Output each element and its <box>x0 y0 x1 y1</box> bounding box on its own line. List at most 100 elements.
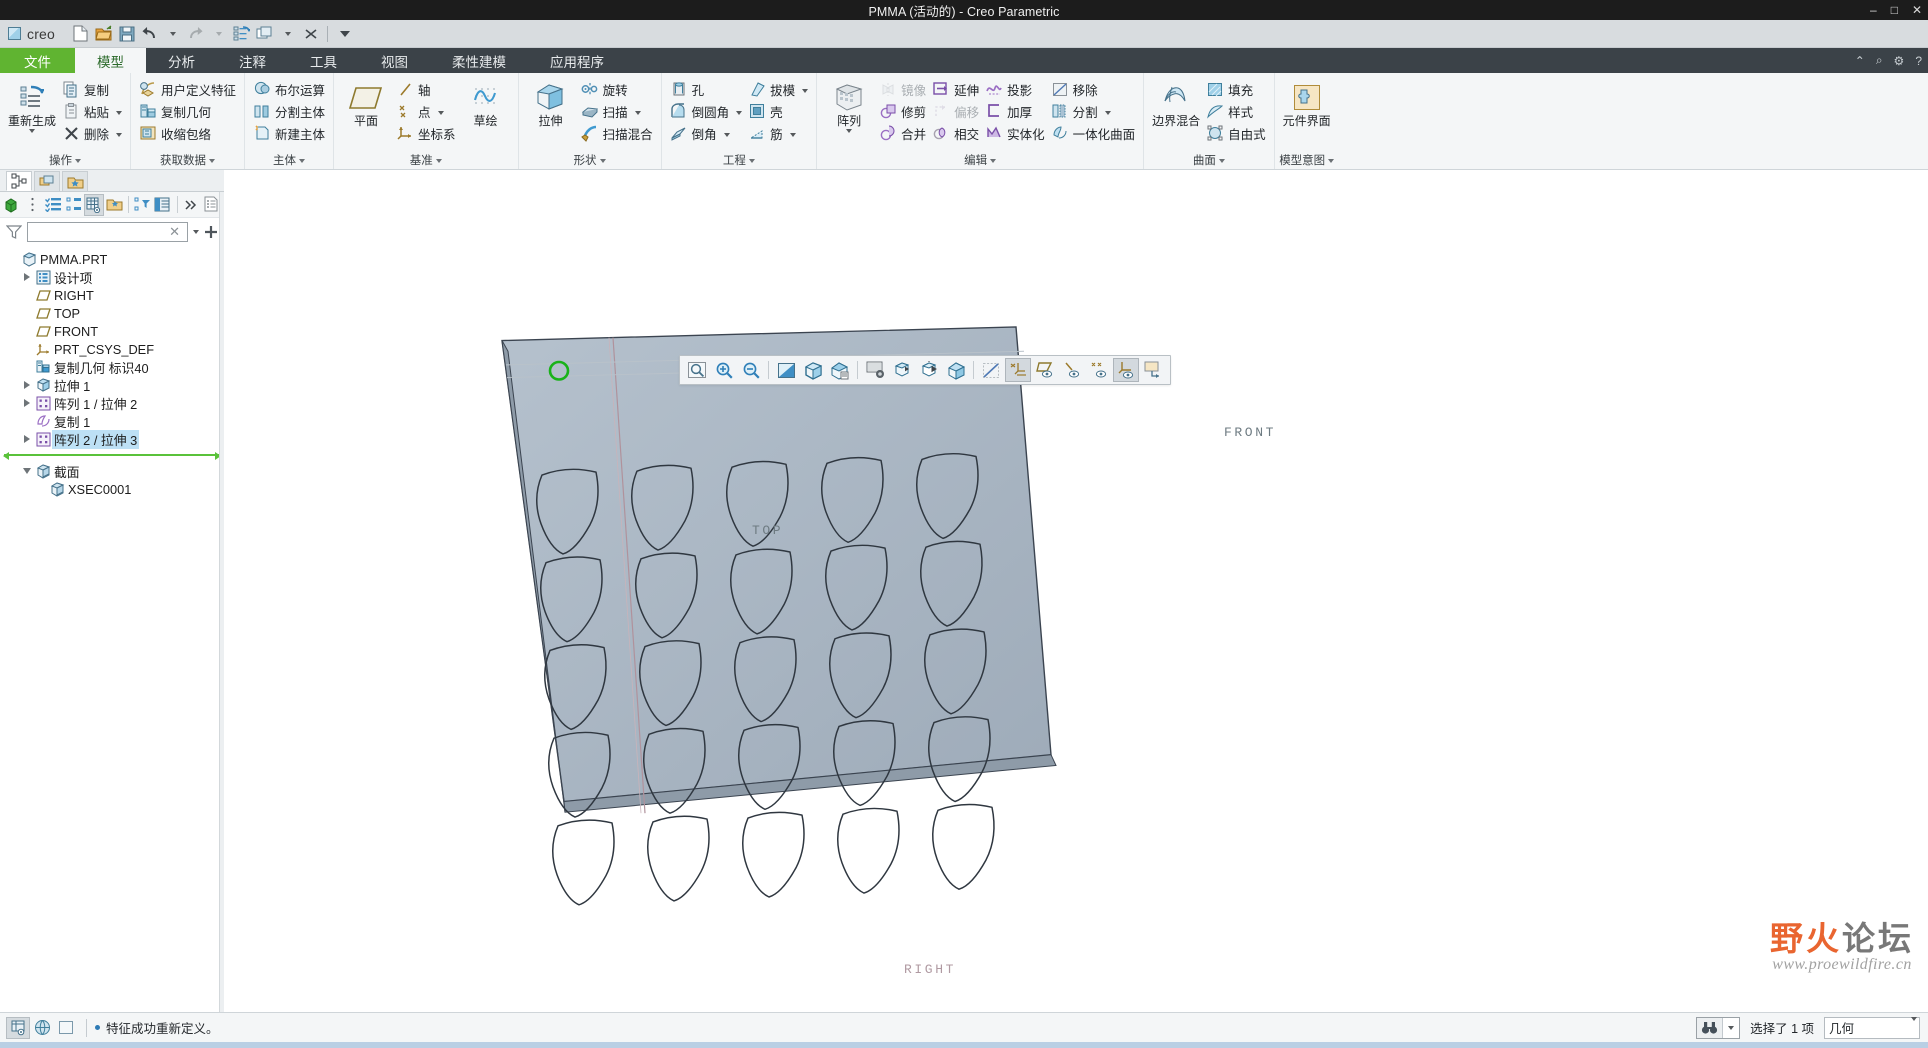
extrude-button[interactable]: 拉伸 <box>524 78 578 128</box>
sweep-button[interactable]: 扫描 <box>578 100 656 122</box>
insert-bar[interactable] <box>3 452 221 460</box>
zoom-in-icon[interactable] <box>711 358 737 382</box>
tree-item-pattern-2[interactable]: 阵列 2 / 拉伸 3 <box>0 429 224 449</box>
revolve-button[interactable]: 旋转 <box>578 78 656 100</box>
draft-button[interactable]: 拔模 <box>745 78 811 100</box>
delete-button[interactable]: 删除 <box>59 122 125 144</box>
selection-filter-combo[interactable]: 几何 <box>1824 1016 1920 1039</box>
undo-icon[interactable] <box>138 23 161 45</box>
dropdown-caret-icon[interactable] <box>29 129 35 133</box>
binoculars-icon[interactable] <box>1697 1017 1724 1038</box>
user-defined-feature-button[interactable]: 用户定义特征 <box>136 78 239 100</box>
sketch-button[interactable]: 草绘 <box>459 78 513 128</box>
copy-button[interactable]: 复制 <box>59 78 125 100</box>
regenerate-icon[interactable] <box>230 23 253 45</box>
ribbon-tab-3[interactable]: 注释 <box>217 48 288 73</box>
collapse-ribbon-icon[interactable]: ⌃ <box>1855 54 1865 68</box>
settings-icon[interactable]: ⚙ <box>1894 54 1905 68</box>
layer-tree-tab[interactable] <box>34 171 60 191</box>
tree-item-design-items[interactable]: 设计项 <box>0 268 224 286</box>
expand-arrow-icon[interactable] <box>20 273 34 281</box>
undo-dropdown-icon[interactable] <box>161 23 184 45</box>
redo-dropdown-icon[interactable] <box>207 23 230 45</box>
ribbon-group-label[interactable]: 形状 <box>519 151 661 169</box>
dropdown-caret-icon[interactable] <box>437 104 444 118</box>
blank-pane-icon[interactable] <box>54 1017 78 1039</box>
shell-button[interactable]: 壳 <box>745 100 811 122</box>
ribbon-group-label[interactable]: 模型意图 <box>1275 151 1339 169</box>
ribbon-tab-4[interactable]: 工具 <box>288 48 359 73</box>
web-browser-icon[interactable] <box>30 1017 54 1039</box>
clear-search-icon[interactable]: ✕ <box>166 224 183 240</box>
minimize-button[interactable]: – <box>1870 4 1877 16</box>
wrap-surface-button[interactable]: 一体化曲面 <box>1048 122 1139 144</box>
customize-qa-icon[interactable] <box>333 23 356 45</box>
rib-button[interactable]: 筋 <box>745 122 811 144</box>
tree-layers-icon[interactable] <box>153 194 172 216</box>
hole-button[interactable]: 孔 <box>667 78 746 100</box>
tree-item-extrude-1[interactable]: 拉伸 1 <box>0 376 224 394</box>
tree-item-sections[interactable]: 截面 <box>0 462 224 480</box>
chamfer-button[interactable]: 倒角 <box>667 122 746 144</box>
selection-filter-icon[interactable] <box>6 1016 30 1039</box>
close-button[interactable]: ✕ <box>1912 4 1922 16</box>
remove-button[interactable]: 移除 <box>1048 78 1139 100</box>
tree-search-field[interactable] <box>32 224 167 240</box>
collapse-arrow-icon[interactable] <box>20 468 34 474</box>
ribbon-group-label[interactable]: 工程 <box>662 151 817 169</box>
tree-filter-icon[interactable] <box>133 194 152 216</box>
view-normal-icon[interactable] <box>889 358 915 382</box>
model-tree-tab[interactable] <box>6 171 32 191</box>
ribbon-group-label[interactable]: 操作 <box>0 151 130 169</box>
window-dropdown-icon[interactable] <box>276 23 299 45</box>
appearance-gallery-icon[interactable] <box>827 358 853 382</box>
plane-display-icon[interactable] <box>1113 358 1139 382</box>
group-expand-caret-icon[interactable] <box>748 154 755 166</box>
regeneration-marker[interactable] <box>0 448 224 462</box>
project-button[interactable]: 投影 <box>982 78 1048 100</box>
group-expand-caret-icon[interactable] <box>435 154 442 166</box>
tree-item-pattern-1[interactable]: 阵列 1 / 拉伸 2 <box>0 394 224 412</box>
new-file-icon[interactable] <box>69 23 92 45</box>
pattern-button[interactable]: 阵列 <box>822 78 876 133</box>
dropdown-caret-icon[interactable] <box>116 126 123 140</box>
mirror-button[interactable]: 镜像 <box>876 78 929 100</box>
extend-button[interactable]: 延伸 <box>929 78 982 100</box>
trim-button[interactable]: 修剪 <box>876 100 929 122</box>
repaint-icon[interactable] <box>773 358 799 382</box>
tree-folder-icon[interactable] <box>105 194 124 216</box>
round-button[interactable]: 倒圆角 <box>667 100 746 122</box>
dropdown-caret-icon[interactable] <box>736 104 743 118</box>
expand-arrow-icon[interactable] <box>20 381 34 389</box>
dropdown-caret-icon[interactable] <box>846 129 853 133</box>
solidify-button[interactable]: 实体化 <box>982 122 1048 144</box>
tree-item-right[interactable]: RIGHT <box>0 286 224 304</box>
coordinate-system-button[interactable]: 坐标系 <box>393 122 459 144</box>
ribbon-group-label[interactable]: 获取数据 <box>131 151 244 169</box>
expand-arrow-icon[interactable] <box>20 435 34 443</box>
tree-item-front[interactable]: FRONT <box>0 322 224 340</box>
dropdown-caret-icon[interactable] <box>723 126 730 140</box>
datum-display-icon[interactable] <box>1005 358 1031 382</box>
ribbon-group-label[interactable]: 编辑 <box>817 151 1143 169</box>
group-expand-caret-icon[interactable] <box>299 154 306 166</box>
expand-arrow-icon[interactable] <box>20 399 34 407</box>
point-display-icon[interactable] <box>1059 358 1085 382</box>
group-expand-caret-icon[interactable] <box>990 154 997 166</box>
refit-icon[interactable] <box>684 358 710 382</box>
perspective-icon[interactable] <box>943 358 969 382</box>
paste-button[interactable]: 粘贴 <box>59 100 125 122</box>
saved-orientations-icon[interactable] <box>862 358 888 382</box>
add-filter-icon[interactable] <box>204 225 218 239</box>
zoom-out-icon[interactable] <box>738 358 764 382</box>
open-file-icon[interactable] <box>92 23 115 45</box>
group-expand-caret-icon[interactable] <box>1328 154 1335 166</box>
ribbon-tab-1[interactable]: 模型 <box>75 48 146 73</box>
group-expand-caret-icon[interactable] <box>75 154 81 166</box>
group-expand-caret-icon[interactable] <box>599 154 606 166</box>
dropdown-caret-icon[interactable] <box>116 104 123 118</box>
ribbon-group-label[interactable]: 基准 <box>334 151 518 169</box>
thicken-button[interactable]: 加厚 <box>982 100 1048 122</box>
ribbon-group-label[interactable]: 主体 <box>245 151 333 169</box>
spin-center-icon[interactable] <box>1140 358 1166 382</box>
